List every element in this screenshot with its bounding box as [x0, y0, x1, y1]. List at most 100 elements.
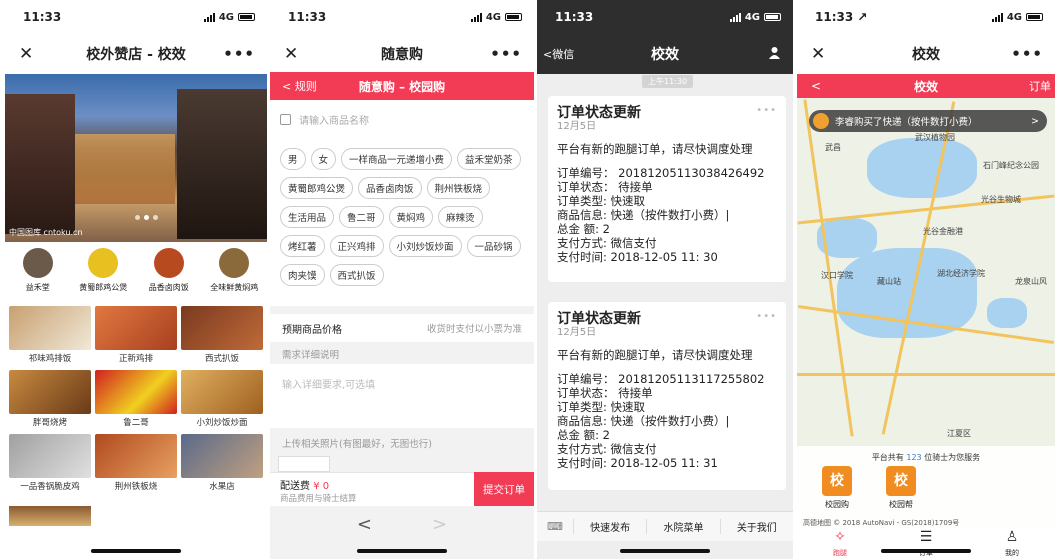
banner-carousel[interactable]: 中国图库 cntoku.cn [5, 74, 267, 242]
tag-chip[interactable]: 烤红薯 [280, 235, 325, 257]
tag-chip[interactable]: 肉夹馍 [280, 264, 325, 286]
message-line: 支付时间: 2018-12-05 11: 31 [557, 456, 718, 470]
back-arrow-icon[interactable]: < [357, 514, 372, 535]
back-button[interactable]: <微信 [543, 46, 574, 62]
store-photo[interactable] [9, 506, 91, 526]
campus-buy-button[interactable]: 校校园购 [819, 466, 855, 510]
campus-help-button[interactable]: 校校园帮 [883, 466, 919, 510]
tag-chip[interactable]: 黄焖鸡 [388, 206, 434, 228]
store-card[interactable]: 一品香锅脆皮鸡 [9, 434, 91, 492]
tag-chip[interactable]: 生活用品 [280, 206, 335, 228]
tab-me[interactable]: ♙ 我的 [992, 529, 1032, 559]
tab-errand[interactable]: ✧ 跑腿 [820, 529, 860, 559]
tag-chip[interactable]: 男 [280, 148, 306, 170]
tag-chip[interactable]: 荆州铁板烧 [426, 177, 491, 199]
user-icon: ♙ [1005, 528, 1019, 545]
watermark: 中国图库 cntoku.cn [9, 228, 83, 237]
message-line: 平台有新的跑腿订单，请尽快调度处理 [557, 142, 753, 156]
bag-icon [280, 114, 291, 125]
tag-chip[interactable]: 正兴鸡排 [329, 235, 384, 257]
message-date: 12月5日 [557, 327, 597, 338]
status-bar: 11:33 ↗ 4G [797, 0, 1055, 34]
more-icon[interactable]: ••• [756, 310, 777, 324]
menu-item-campus-menu[interactable]: 水院菜单 [646, 519, 719, 534]
errand-icon: ✧ [834, 528, 846, 545]
store-grid: 祁味鸡排饭 正新鸡排 西式扒饭 胖哥烧烤 鲁二哥 小刘炒饭炒面 一品香锅脆皮鸡 … [9, 306, 265, 492]
category-item[interactable]: 品香卤肉饭 [138, 248, 200, 293]
signal-icon: 4G [729, 12, 781, 23]
forward-arrow-icon[interactable]: > [432, 514, 447, 535]
more-button[interactable]: ••• [223, 45, 255, 63]
store-card[interactable]: 鲁二哥 [95, 370, 177, 428]
tab-orders[interactable]: ☰订单 [906, 529, 946, 559]
category-item[interactable]: 益禾堂 [7, 248, 69, 293]
nav-bar: ✕ 校外赞店 - 校效 ••• [5, 34, 267, 74]
message-card[interactable]: ••• 订单状态更新 12月5日 平台有新的跑腿订单，请尽快调度处理 订单编号： … [548, 302, 786, 490]
page-title: 随意购 [381, 47, 423, 63]
category-item[interactable]: 黄蜀郎鸡公煲 [72, 248, 134, 293]
tag-chip[interactable]: 益禾堂奶茶 [457, 148, 521, 170]
message-line: 支付方式: 微信支付 [557, 236, 657, 250]
store-card[interactable]: 祁味鸡排饭 [9, 306, 91, 364]
status-time: 11:33 [555, 10, 594, 24]
product-search[interactable]: 请输入商品名称 [280, 112, 524, 127]
price-row[interactable]: 预期商品价格 收货时支付以小票为准 [270, 314, 534, 342]
search-input[interactable]: 请输入商品名称 [299, 112, 369, 127]
order-toast[interactable]: 李睿购买了快递（按件数打小费） > [809, 110, 1047, 132]
campus-help-icon: 校 [886, 466, 916, 496]
submit-button[interactable]: 提交订单 [474, 472, 534, 506]
back-button[interactable]: < [811, 79, 821, 93]
detail-textarea[interactable]: 输入详细要求,可选填 [270, 364, 534, 428]
more-button[interactable]: ••• [1011, 45, 1043, 63]
signal-icon: 4G [203, 12, 255, 23]
map-label: 汉口学院 [821, 271, 853, 280]
close-button[interactable]: ✕ [284, 44, 298, 64]
keyboard-icon[interactable]: ⌨ [537, 520, 573, 533]
menu-item-about[interactable]: 关于我们 [719, 519, 793, 534]
profile-icon[interactable] [768, 45, 781, 63]
more-button[interactable]: ••• [490, 45, 522, 63]
map-label: 光谷生物城 [981, 195, 1021, 204]
browser-nav: < > [270, 506, 534, 542]
store-card[interactable]: 正新鸡排 [95, 306, 177, 364]
tag-chip[interactable]: 品香卤肉饭 [358, 177, 422, 199]
message-line: 商品信息: 快递（按件数打小费）| [557, 208, 730, 222]
store-card[interactable]: 荆州铁板烧 [95, 434, 177, 492]
tag-chip[interactable]: 麻辣烫 [438, 206, 483, 228]
orders-link[interactable]: 订单 [1029, 78, 1051, 94]
map-label: 龙泉山风 [1015, 277, 1047, 286]
banner-title: 校效 [913, 79, 938, 94]
message-line: 订单状态： 待接单 [557, 386, 653, 400]
tag-chip[interactable]: 一样商品一元递增小费 [341, 148, 453, 170]
close-button[interactable]: ✕ [811, 44, 825, 64]
carousel-dots[interactable] [135, 215, 158, 220]
tag-chip[interactable]: 女 [310, 148, 337, 170]
rules-link[interactable]: < 规则 [282, 78, 317, 94]
map-label: 武昌 [825, 143, 841, 152]
more-icon[interactable]: ••• [756, 104, 777, 118]
photo-upload[interactable] [278, 456, 330, 472]
signal-icon: 4G [470, 12, 522, 23]
tag-chip[interactable]: 鲁二哥 [339, 206, 384, 228]
home-indicator [357, 549, 447, 553]
message-card[interactable]: ••• 订单状态更新 12月5日 平台有新的跑腿订单，请尽快调度处理 订单编号： … [548, 96, 786, 282]
tag-chip[interactable]: 西式扒饭 [329, 264, 384, 286]
tag-chip[interactable]: 一品砂锅 [466, 235, 521, 257]
menu-item-quick-publish[interactable]: 快速发布 [573, 519, 646, 534]
message-line: 平台有新的跑腿订单，请尽快调度处理 [557, 348, 753, 362]
store-card[interactable]: 小刘炒饭炒面 [181, 370, 263, 428]
store-card[interactable]: 胖哥烧烤 [9, 370, 91, 428]
nav-bar: ✕ 校效 ••• [797, 34, 1055, 74]
close-button[interactable]: ✕ [19, 44, 33, 64]
store-card[interactable]: 水果店 [181, 434, 263, 492]
message-line [557, 156, 777, 166]
price-hint: 收货时支付以小票为准 [426, 324, 522, 335]
category-item[interactable]: 全味鲜黄焖鸡 [203, 248, 265, 293]
message-body: 平台有新的跑腿订单，请尽快调度处理 订单编号： 20181205113117255… [557, 348, 777, 470]
store-photo [95, 434, 177, 478]
message-line: 总金 额: 2 [557, 428, 611, 442]
tag-chip[interactable]: 小刘炒饭炒面 [388, 235, 462, 257]
tag-chip[interactable]: 黄蜀郎鸡公煲 [280, 177, 354, 199]
store-card[interactable]: 西式扒饭 [181, 306, 263, 364]
tab-bar: ✧跑腿 ☰订单 ♙我的 [797, 529, 1055, 559]
